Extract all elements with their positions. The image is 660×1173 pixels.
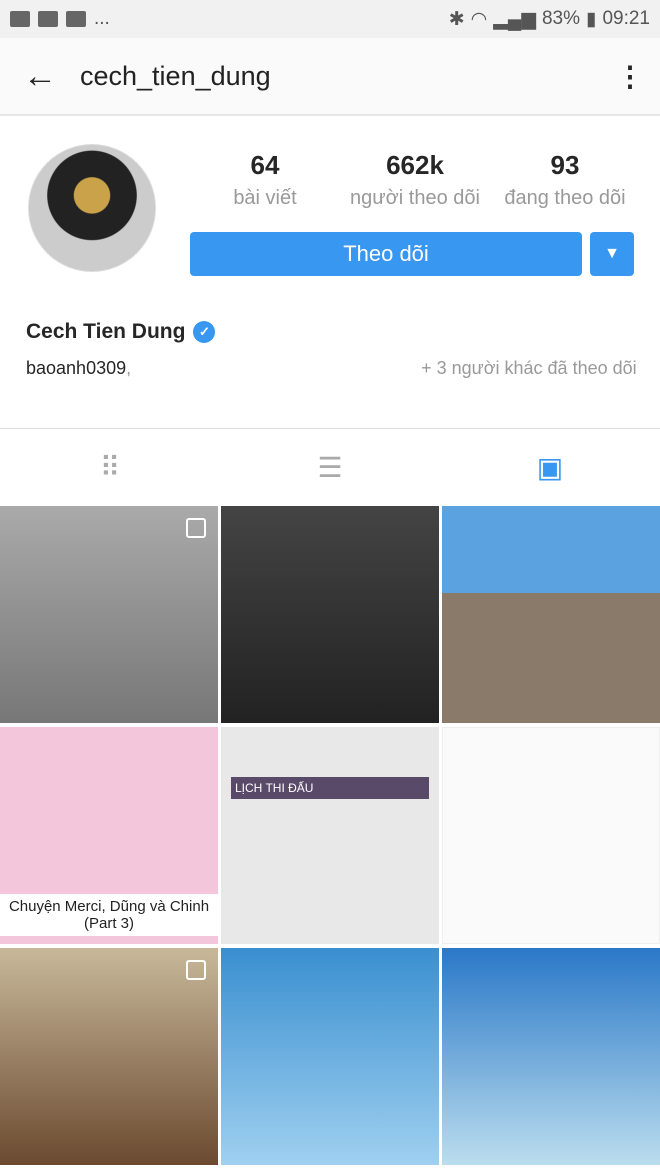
followed-by-user[interactable]: baoanh0309 xyxy=(26,358,126,378)
verified-badge-icon: ✓ xyxy=(193,321,216,343)
status-bar: ... ✱ ◠ ▂▄▆ 83% ▮ 09:21 xyxy=(0,0,660,38)
following-count: 93 xyxy=(550,150,580,180)
posts-count: 64 xyxy=(250,150,280,180)
post-tile[interactable]: LỊCH THI ĐẤU xyxy=(221,727,439,944)
profile-stats: 64 bài viết 662k người theo dõi 93 đang the… xyxy=(190,150,640,210)
follow-button[interactable]: Theo dõi xyxy=(190,232,582,276)
battery-percent: 83% xyxy=(541,8,580,29)
signal-icon: ▂▄▆ xyxy=(493,8,536,30)
image-icon xyxy=(66,11,86,27)
post-tile[interactable]: Chuyện Merci, Dũng và Chinh (Part 3) xyxy=(0,727,218,944)
wifi-icon: ◠ xyxy=(470,8,488,30)
post-tile[interactable] xyxy=(0,948,218,1165)
post-tile[interactable] xyxy=(442,506,660,723)
following-label: đang theo dõi xyxy=(504,187,626,209)
multiple-photos-icon xyxy=(186,518,206,538)
bluetooth-icon: ✱ xyxy=(448,8,465,30)
full-name-text: Cech Tien Dung xyxy=(26,320,186,343)
full-name: Cech Tien Dung ✓ xyxy=(26,320,216,344)
profile-tabs: ⠿ ☰ ▣ xyxy=(0,428,660,506)
caret-down-icon: ▼ xyxy=(604,245,620,262)
username-title: cech_tien_dung xyxy=(80,60,271,91)
schedule-title: LỊCH THI ĐẤU xyxy=(231,777,429,799)
posts-label: bài viết xyxy=(233,187,297,209)
stat-followers[interactable]: 662k người theo dõi xyxy=(340,150,490,210)
stat-following[interactable]: 93 đang theo dõi xyxy=(490,150,640,210)
multiple-photos-icon xyxy=(186,960,206,980)
post-tile[interactable] xyxy=(221,948,439,1165)
top-bar: ← cech_tien_dung ⋮ xyxy=(0,38,660,116)
gmail-icon xyxy=(10,11,30,27)
stat-posts[interactable]: 64 bài viết xyxy=(190,150,340,210)
clock: 09:21 xyxy=(602,8,650,29)
followed-by-suffix: + 3 người khác đã theo dõi xyxy=(421,358,637,378)
back-arrow-icon[interactable]: ← xyxy=(0,57,80,96)
post-tile[interactable] xyxy=(442,948,660,1165)
avatar[interactable] xyxy=(28,144,156,272)
more-options-icon[interactable]: ⋮ xyxy=(600,60,660,93)
post-caption: Chuyện Merci, Dũng và Chinh (Part 3) xyxy=(0,894,218,936)
post-tile[interactable] xyxy=(442,727,660,944)
followed-by[interactable]: baoanh0309, + 3 người khác đã theo dõi xyxy=(26,356,646,380)
followers-count: 662k xyxy=(386,150,444,180)
more-notifications: ... xyxy=(94,8,110,29)
post-tile[interactable] xyxy=(0,506,218,723)
battery-icon: ▮ xyxy=(585,8,597,30)
message-icon xyxy=(38,11,58,27)
post-tile[interactable] xyxy=(221,506,439,723)
tagged-icon[interactable]: ▣ xyxy=(440,451,660,484)
followers-label: người theo dõi xyxy=(350,187,480,209)
list-icon[interactable]: ☰ xyxy=(220,451,440,484)
suggestions-dropdown-button[interactable]: ▼ xyxy=(590,232,634,276)
post-grid: Chuyện Merci, Dũng và Chinh (Part 3) LỊC… xyxy=(0,506,660,1165)
grid-icon[interactable]: ⠿ xyxy=(0,451,220,484)
